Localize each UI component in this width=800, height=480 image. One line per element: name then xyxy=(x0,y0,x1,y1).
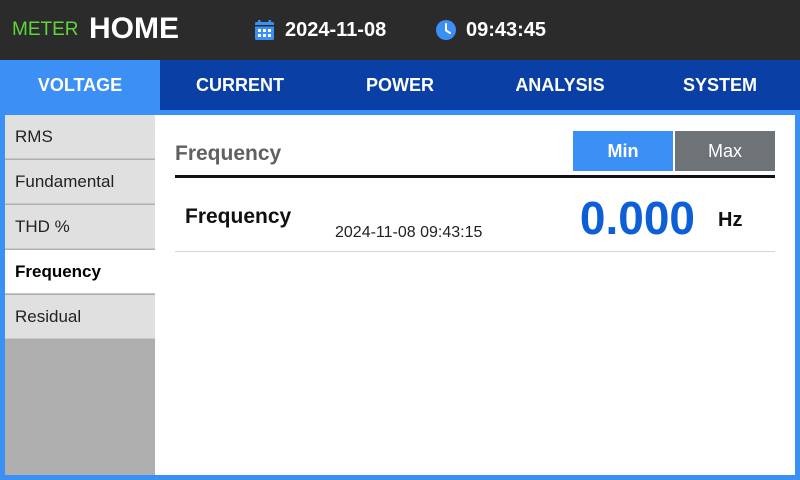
tab-current[interactable]: CURRENT xyxy=(160,60,320,110)
sidebar-item-fundamental[interactable]: Fundamental xyxy=(5,160,155,204)
sidebar-item-residual[interactable]: Residual xyxy=(5,295,155,339)
sidebar: RMS Fundamental THD % Frequency Residual xyxy=(5,115,155,475)
app-label: METER xyxy=(12,19,79,40)
tab-system[interactable]: SYSTEM xyxy=(640,60,800,110)
main-panel: Frequency Min Max Frequency 2024-11-08 0… xyxy=(155,115,795,475)
reading-unit: Hz xyxy=(718,209,743,231)
date-display: 2024-11-08 xyxy=(285,19,387,41)
clock-icon xyxy=(436,20,456,40)
tab-voltage[interactable]: VOLTAGE xyxy=(0,60,160,110)
row-divider xyxy=(175,251,775,252)
sidebar-item-rms[interactable]: RMS xyxy=(5,115,155,159)
meter-screen: METER HOME 2024-11-08 09:43:45 VOLTAGE C… xyxy=(0,0,800,480)
tab-analysis[interactable]: ANALYSIS xyxy=(480,60,640,110)
page-title: HOME xyxy=(89,12,179,45)
min-button[interactable]: Min xyxy=(573,131,673,171)
time-display: 09:43:45 xyxy=(466,19,547,41)
tab-bar: VOLTAGE CURRENT POWER ANALYSIS SYSTEM xyxy=(0,60,800,110)
panel-title: Frequency xyxy=(175,142,282,165)
reading-value: 0.000 xyxy=(579,192,695,244)
max-button[interactable]: Max xyxy=(675,131,775,171)
header-bar: METER HOME 2024-11-08 09:43:45 xyxy=(0,0,800,60)
sidebar-item-thd[interactable]: THD % xyxy=(5,205,155,249)
reading-timestamp: 2024-11-08 09:43:15 xyxy=(335,224,483,241)
title-divider xyxy=(175,175,775,178)
tab-power[interactable]: POWER xyxy=(320,60,480,110)
calendar-icon xyxy=(255,20,274,40)
reading-label: Frequency xyxy=(185,205,292,228)
sidebar-item-frequency[interactable]: Frequency xyxy=(5,250,155,294)
